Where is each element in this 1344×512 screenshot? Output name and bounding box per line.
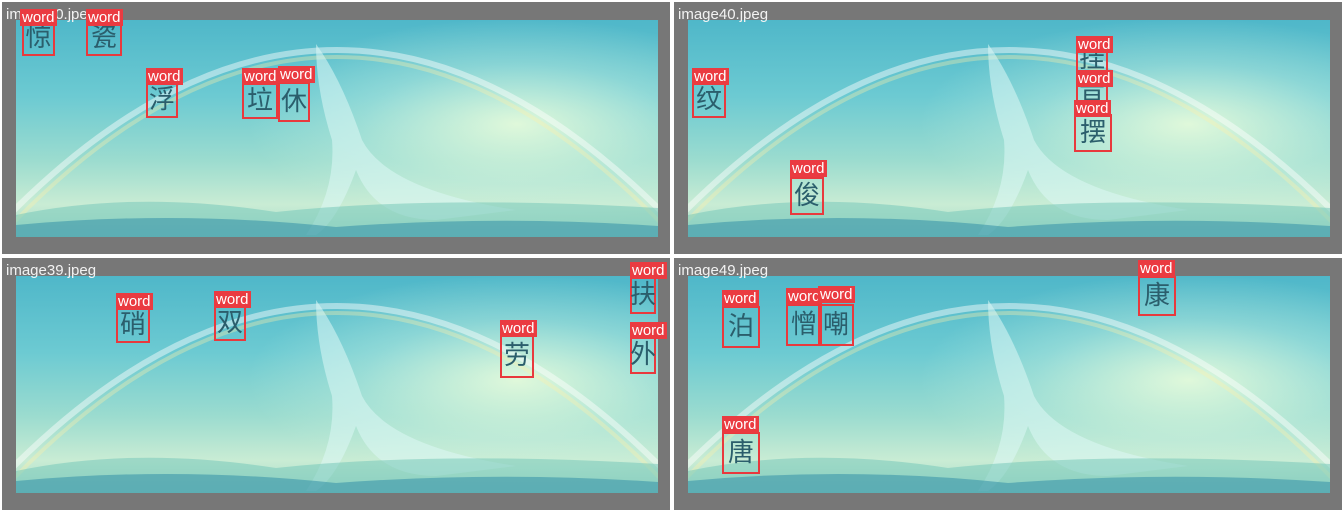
detection-label: word [630, 262, 667, 279]
word-detection: 扶 word [630, 262, 670, 314]
detection-label: word [500, 320, 537, 337]
detected-character: 挂 [1078, 44, 1105, 74]
detected-character: 唐 [727, 438, 754, 468]
word-detection: 双 word [214, 291, 258, 343]
detected-character: 外 [630, 340, 657, 370]
word-detection: 垃 word [242, 68, 282, 122]
detection-box: 硝 [116, 307, 150, 343]
detection-label: word [692, 68, 729, 85]
detection-panel-3: image39.jpeg 硝 word 双 word 劳 word 扶 word… [2, 258, 670, 510]
detection-box: 浮 [146, 82, 178, 118]
detection-panel-1: image50.jpeg 惊 word 瓷 word 浮 word 垃 word… [2, 2, 670, 254]
detected-character: 硝 [119, 310, 146, 340]
detection-label: word [786, 288, 822, 305]
detection-label: word [242, 68, 280, 85]
image-filename: image49.jpeg [678, 262, 769, 279]
detected-character: 康 [1143, 281, 1170, 311]
detected-character: 憎 [790, 310, 817, 340]
word-detection: 俊 word [790, 160, 836, 216]
detection-label: word [722, 416, 759, 433]
detection-box: 扶 [630, 276, 656, 314]
detection-box: 泊 [722, 306, 760, 348]
whale-scene-illustration [688, 44, 1330, 237]
detected-character: 瓷 [90, 23, 117, 53]
detection-label: word [146, 68, 183, 85]
detection-label: word [722, 290, 759, 307]
detection-panel-2: image40.jpeg 纹 word 挂 word 昔 word 摆 word… [674, 2, 1342, 254]
word-detection: 外 word [630, 322, 670, 376]
word-detection: 劳 word [500, 320, 544, 380]
word-detection: 唐 word [722, 416, 768, 476]
detection-box: 纹 [692, 82, 726, 118]
detection-box: 唐 [722, 432, 760, 474]
detection-panel-4: image49.jpeg 泊 word 憎 word 嘲 word 康 word… [674, 258, 1342, 510]
word-detection: 浮 word [146, 68, 190, 120]
word-detection: 泊 word [722, 290, 766, 350]
image-filename: image39.jpeg [6, 262, 97, 279]
whale-scene-illustration [688, 300, 1330, 493]
detected-character: 浮 [148, 85, 175, 115]
word-detection: 憎 word [786, 288, 822, 348]
detected-character: 纹 [695, 85, 722, 115]
detected-character: 泊 [727, 312, 754, 342]
whale-tail-background-image [16, 276, 658, 493]
detection-box: 俊 [790, 177, 824, 215]
word-detection: 瓷 word [86, 6, 138, 56]
detection-label: word [1138, 260, 1175, 277]
detected-character: 休 [280, 87, 307, 117]
detection-label: word [20, 9, 57, 26]
detection-box: 康 [1138, 276, 1176, 316]
detected-character: 俊 [793, 181, 820, 211]
detection-label: word [86, 9, 123, 26]
word-detection: 硝 word [116, 293, 160, 345]
detected-character: 垃 [246, 85, 273, 116]
detection-label: word [1076, 36, 1113, 53]
detected-character: 劳 [503, 341, 530, 371]
detection-box: 憎 [786, 304, 822, 346]
word-detection: 纹 word [692, 68, 736, 120]
detection-box: 休 [278, 82, 310, 122]
detection-label: word [818, 286, 855, 303]
word-detection: 嘲 word [818, 286, 864, 348]
detection-box: 劳 [500, 334, 534, 378]
detection-box: 垃 [242, 82, 278, 119]
detected-character: 惊 [25, 23, 52, 53]
word-detection: 休 word [278, 66, 324, 124]
whale-scene-illustration [16, 300, 658, 493]
detection-box: 嘲 [818, 304, 854, 346]
detection-label: word [214, 291, 251, 308]
detected-character: 摆 [1079, 118, 1106, 148]
detection-label: word [278, 66, 315, 83]
word-detection: 摆 word [1074, 100, 1120, 154]
detection-label: word [1074, 100, 1111, 117]
word-detection: 惊 word [20, 6, 72, 56]
detection-label: word [790, 160, 827, 177]
detection-box: 外 [630, 336, 656, 374]
detection-label: word [630, 322, 667, 339]
detected-character: 双 [216, 308, 243, 338]
detected-character: 嘲 [822, 310, 849, 340]
detection-label: word [116, 293, 153, 310]
detection-box: 摆 [1074, 114, 1112, 152]
word-detection: 康 word [1138, 260, 1184, 318]
whale-tail-background-image [688, 276, 1330, 493]
detection-box: 双 [214, 305, 246, 341]
image-filename: image40.jpeg [678, 6, 769, 23]
whale-tail-background-image [688, 20, 1330, 237]
detected-character: 扶 [630, 280, 657, 310]
detection-label: word [1076, 70, 1113, 87]
